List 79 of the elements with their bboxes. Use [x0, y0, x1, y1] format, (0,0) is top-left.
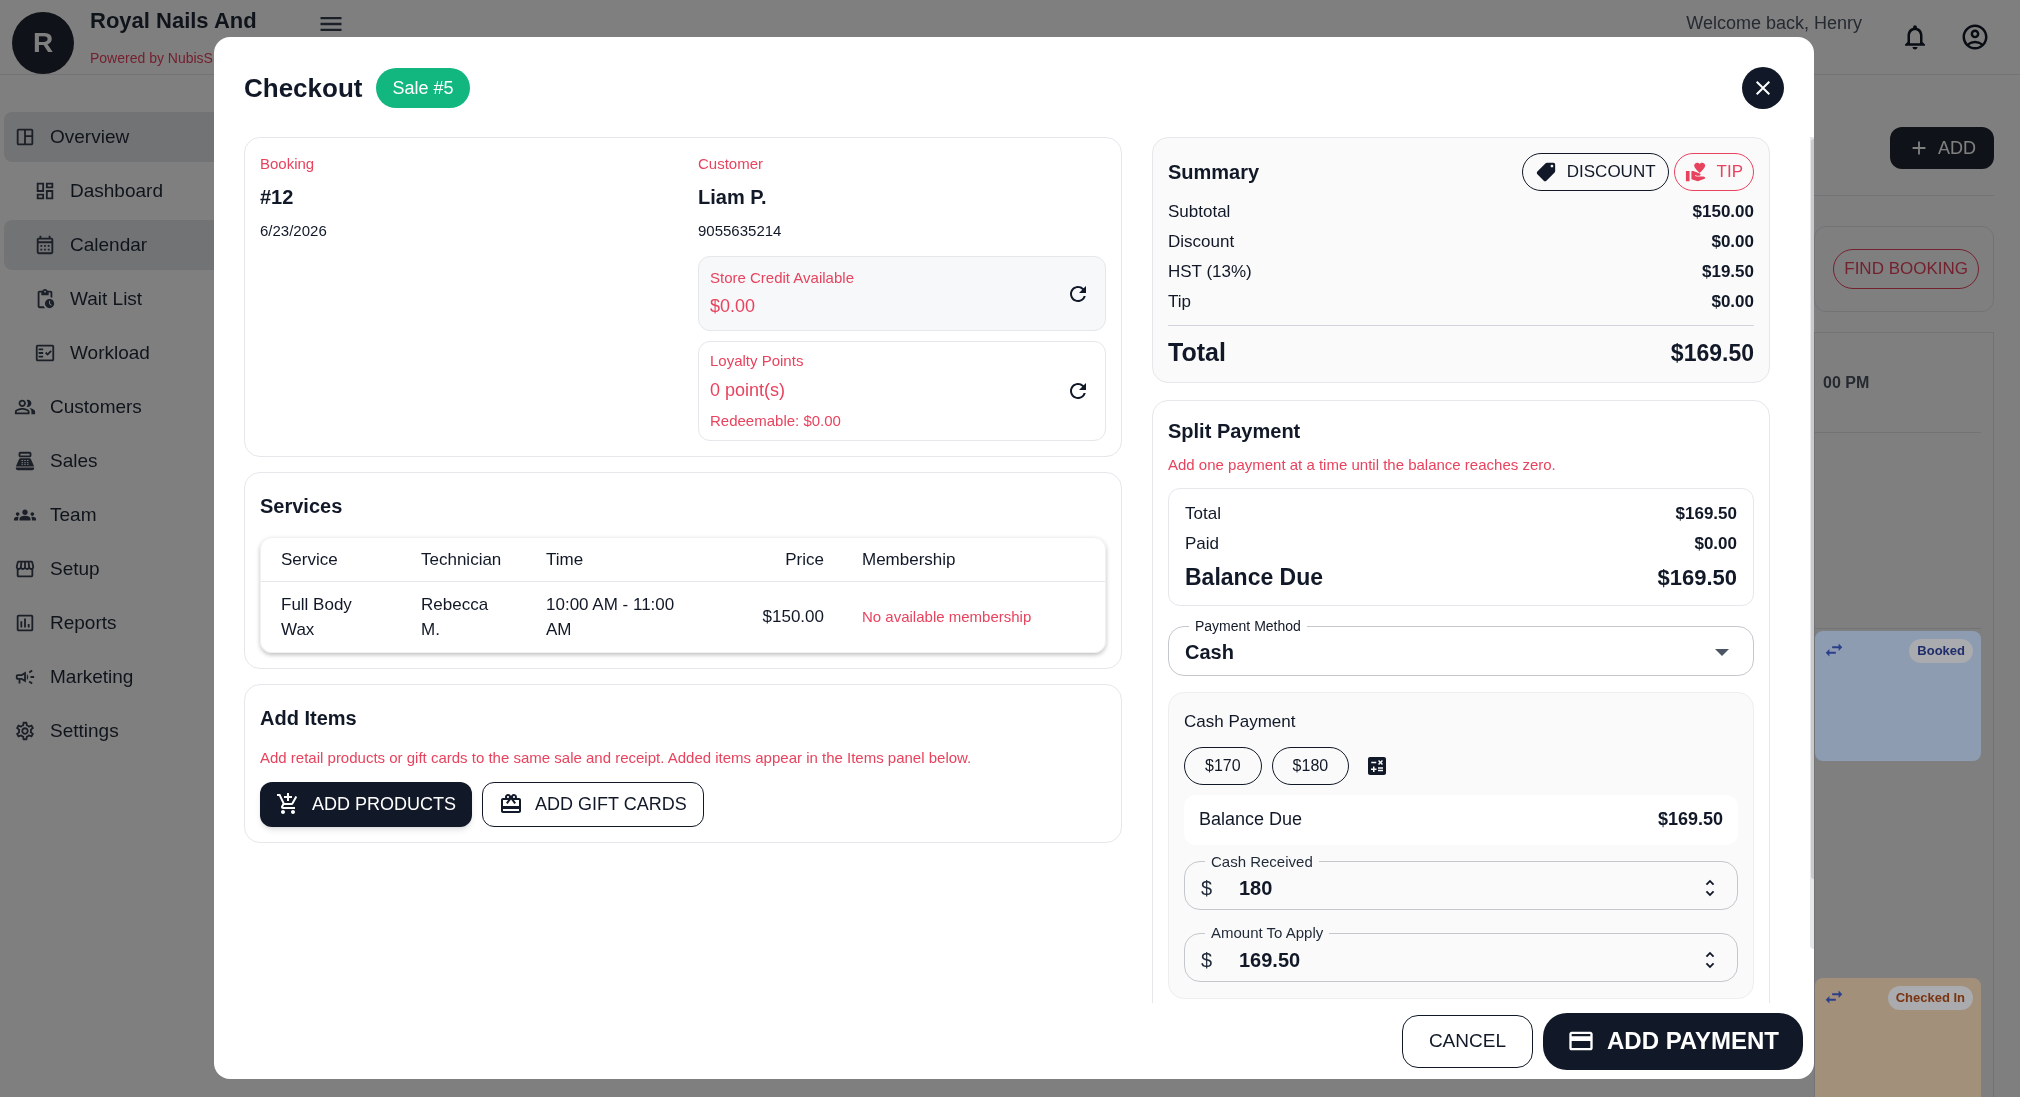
tag-icon: [1534, 161, 1557, 183]
sidebar-item[interactable]: Customers: [4, 382, 296, 432]
summary-label: Subtotal: [1168, 201, 1231, 224]
add-button[interactable]: ADD: [1890, 127, 1994, 169]
balance-due-row: Balance Due $169.50: [1184, 794, 1738, 845]
dropdown-caret-icon: [1715, 648, 1729, 656]
close-button[interactable]: [1742, 67, 1784, 109]
redeemable-text: Redeemable: $0.00: [710, 410, 842, 431]
dashboard-icon: [34, 180, 56, 202]
add-items-note: Add retail products or gift cards to the same sale and receipt. Added items appear in the Items panel below.: [260, 748, 973, 768]
add-gift-cards-button[interactable]: ADD GIFT CARDS: [482, 781, 704, 827]
welcome-text: Welcome back, Henry: [1686, 12, 1862, 35]
add-products-button[interactable]: ADD PRODUCTS: [260, 781, 472, 827]
gift-icon: [499, 792, 523, 816]
balance-due-label: Balance Due: [1185, 562, 1324, 592]
split-payment-note: Add one payment at a time until the balance reaches zero.: [1168, 454, 1557, 475]
summary-label: Discount: [1168, 231, 1235, 254]
sidebar-item[interactable]: Workload: [4, 328, 296, 378]
column-header: Price: [784, 548, 824, 571]
cart-plus-icon: [276, 792, 300, 816]
register-icon: [14, 450, 36, 472]
sale-badge: Sale #5: [376, 68, 470, 108]
column-header: Technician: [421, 548, 503, 571]
summary-value: $0.00: [1711, 231, 1754, 254]
summary-label: Tip: [1168, 291, 1191, 314]
section-title: Split Payment: [1168, 418, 1302, 444]
layout-icon: [14, 126, 36, 148]
section-title: Add Items: [260, 706, 358, 731]
appointment-card[interactable]: Booked: [1815, 631, 1981, 761]
brand-name: Royal Nails And: [90, 8, 257, 34]
avatar: R: [12, 12, 74, 74]
summary-value: $0.00: [1711, 291, 1754, 314]
storefront-icon: [14, 558, 36, 580]
balance-value: $0.00: [1694, 533, 1737, 556]
calendar-icon: [34, 234, 56, 256]
status-badge: Booked: [1909, 639, 1973, 663]
customer-phone: 9055635214: [698, 220, 783, 241]
balance-due-value: $169.50: [1657, 563, 1737, 592]
table-cell-text: Full Body Wax: [281, 593, 353, 641]
table-cell-text: 10:00 AM - 11:00 AM: [546, 593, 676, 641]
status-badge: Checked In: [1887, 986, 1973, 1010]
sidebar-item[interactable]: Sales: [4, 436, 296, 486]
booking-number: #12: [260, 184, 295, 210]
table-cell-text: Rebecca M.: [421, 593, 490, 641]
loyalty-label: Loyalty Points: [710, 351, 805, 371]
cancel-button[interactable]: CANCEL: [1401, 1014, 1533, 1068]
add-payment-button[interactable]: ADD PAYMENT: [1542, 1012, 1803, 1070]
section-title: Services: [260, 494, 344, 519]
store-credit-label: Store Credit Available: [710, 267, 855, 288]
table-cell-text: No available membership: [861, 606, 1033, 627]
balance-label: Total: [1185, 503, 1221, 526]
time-label: 00 PM: [1822, 372, 1870, 393]
customer-name: Liam P.: [698, 184, 768, 210]
powered-by-text: Powered by NubisS: [90, 49, 214, 68]
appointment-card[interactable]: Checked In: [1815, 978, 1981, 1097]
store-credit-value: $0.00: [710, 295, 757, 319]
summary-label: HST (13%): [1168, 261, 1252, 284]
loyalty-points: 0 point(s): [710, 378, 787, 402]
customer-label: Customer: [698, 154, 765, 174]
column-header: Service: [281, 548, 339, 571]
column-header: Membership: [861, 548, 957, 571]
column-header: Time: [546, 548, 585, 571]
checklist-icon: [34, 342, 56, 364]
summary-value: $19.50: [1702, 261, 1754, 284]
balance-label: Paid: [1185, 533, 1220, 556]
account-icon[interactable]: [1960, 22, 1990, 52]
summary-value: $150.00: [1692, 201, 1754, 224]
hand-heart-icon: [1684, 161, 1707, 183]
total-value: $169.50: [1670, 338, 1754, 368]
cash-payment-title: Cash Payment: [1184, 711, 1297, 733]
section-title: Summary: [1168, 160, 1261, 185]
table-cell-text: $150.00: [761, 606, 824, 629]
sidebar-item[interactable]: Wait List: [4, 274, 296, 324]
chart-icon: [14, 612, 36, 634]
dialog-title: Checkout: [244, 71, 363, 105]
settings-icon: [14, 720, 36, 742]
total-label: Total: [1168, 337, 1226, 368]
sidebar-item[interactable]: Marketing: [4, 652, 296, 702]
balance-value: $169.50: [1675, 503, 1737, 526]
